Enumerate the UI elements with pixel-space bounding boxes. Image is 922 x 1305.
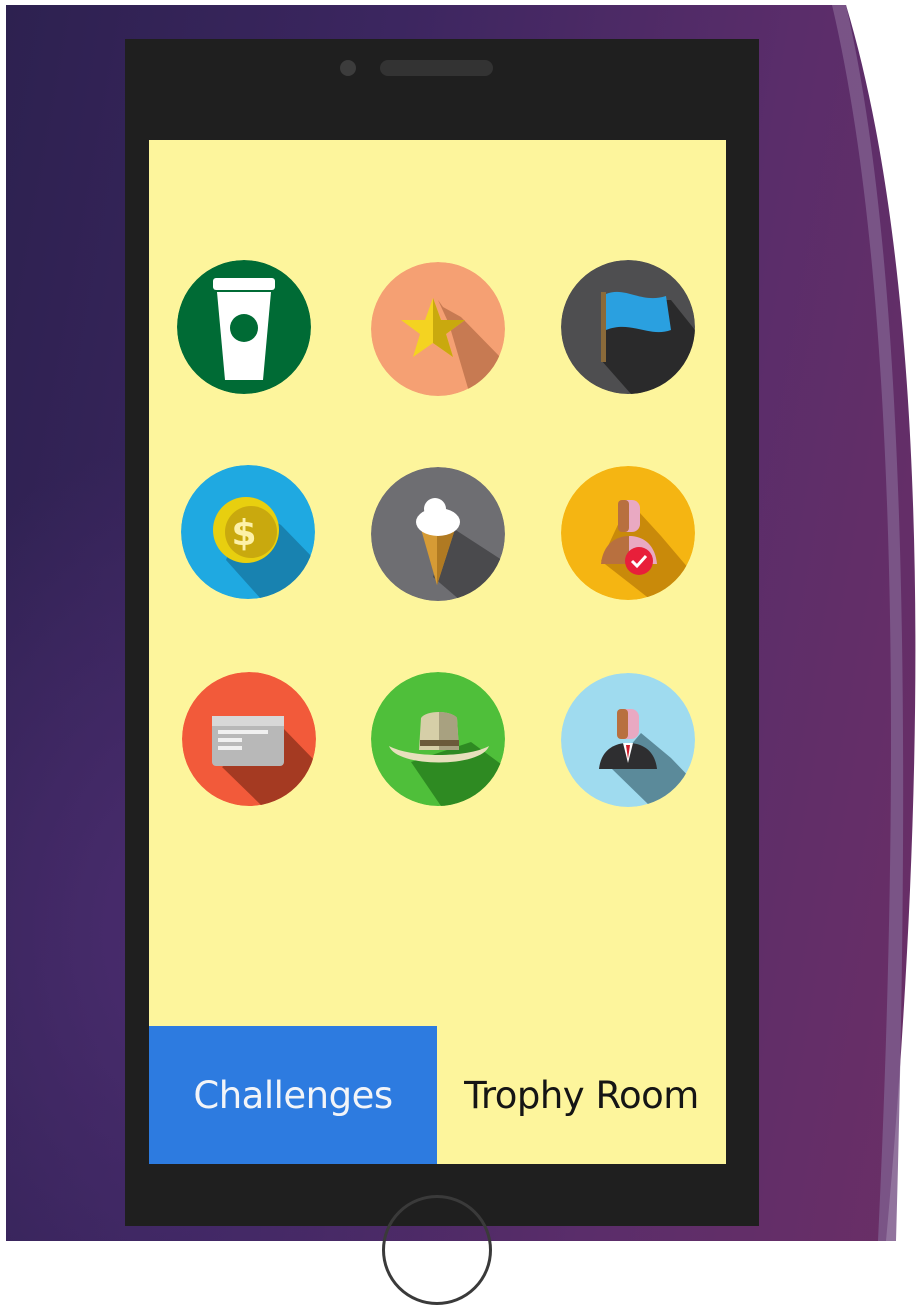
coffee-cup-icon	[177, 260, 311, 394]
ice-cream-badge[interactable]	[371, 467, 505, 601]
businessman-icon	[561, 673, 695, 807]
credit-card-icon	[182, 672, 316, 806]
user-check-icon	[561, 466, 695, 600]
star-icon	[371, 262, 505, 396]
svg-text:$: $	[231, 513, 256, 554]
flag-badge[interactable]	[561, 260, 695, 394]
app-screen: $ Challenges Trophy Room	[149, 140, 726, 1164]
tab-trophy-room[interactable]: Trophy Room	[437, 1026, 726, 1164]
front-camera	[340, 60, 356, 76]
businessman-badge[interactable]	[561, 673, 695, 807]
flag-icon	[561, 260, 695, 394]
phone-frame: $ Challenges Trophy Room	[125, 39, 759, 1305]
credit-card-badge[interactable]	[182, 672, 316, 806]
bottom-tab-bar: Challenges Trophy Room	[149, 1026, 726, 1164]
user-check-badge[interactable]	[561, 466, 695, 600]
earpiece-speaker	[380, 60, 493, 76]
home-button[interactable]	[382, 1195, 492, 1305]
dollar-coin-icon: $	[181, 465, 315, 599]
tab-challenges[interactable]: Challenges	[149, 1026, 437, 1164]
cowboy-hat-badge[interactable]	[371, 672, 505, 806]
ice-cream-icon	[371, 467, 505, 601]
cowboy-hat-icon	[371, 672, 505, 806]
star-badge[interactable]	[371, 262, 505, 396]
coffee-cup-badge[interactable]	[177, 260, 311, 394]
dollar-coin-badge[interactable]: $	[181, 465, 315, 599]
